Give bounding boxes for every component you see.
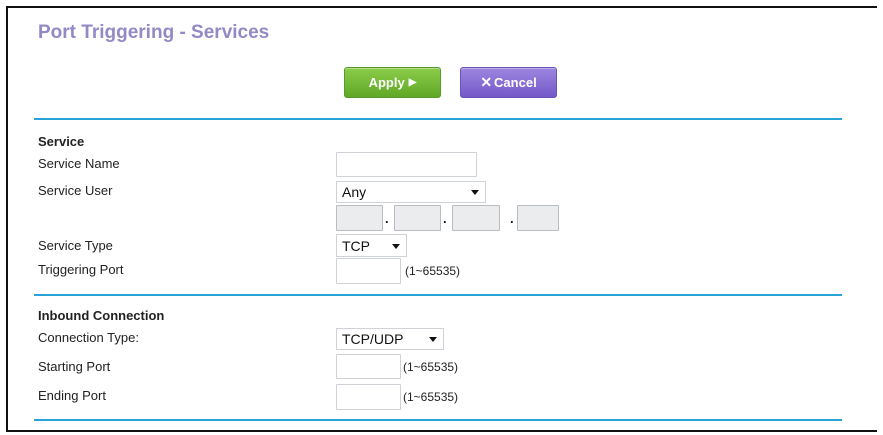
section-divider-middle [34,294,842,296]
cancel-button-label: Cancel [494,75,537,90]
service-heading: Service [38,134,85,149]
ip-separator: . [385,211,389,226]
ip-octet-3[interactable] [452,205,500,231]
triggering-port-range: (1~65535) [405,264,461,278]
chevron-down-icon [429,337,437,342]
ip-octet-1[interactable] [336,205,383,231]
service-type-value: TCP [342,237,370,254]
triggering-port-label: Triggering Port [38,262,124,277]
inbound-connection-heading: Inbound Connection [38,308,165,323]
connection-type-label: Connection Type: [38,330,139,345]
section-divider-bottom [34,419,842,421]
apply-button-label: Apply [368,75,405,90]
chevron-down-icon [392,243,400,249]
page-title: Port Triggering - Services [38,22,270,43]
ending-port-range: (1~65535) [403,390,459,404]
service-user-select[interactable]: Any [336,181,486,203]
service-user-value: Any [342,184,367,200]
cancel-button[interactable]: ✕ Cancel [460,67,557,98]
starting-port-input[interactable] [336,354,401,379]
x-icon: ✕ [480,74,493,90]
connection-type-value: TCP/UDP [342,331,404,347]
play-arrow-icon: ▶ [408,77,417,88]
service-type-label: Service Type [38,238,113,253]
service-name-label: Service Name [38,156,120,171]
ending-port-input[interactable] [336,384,401,410]
service-user-label: Service User [38,183,113,198]
ip-separator: . [510,211,514,226]
connection-type-select[interactable]: TCP/UDP [336,328,444,350]
service-type-select[interactable]: TCP [336,234,407,257]
chevron-down-icon [471,190,479,195]
ip-octet-2[interactable] [394,205,441,231]
triggering-port-input[interactable] [336,258,401,284]
starting-port-label: Starting Port [38,359,111,374]
starting-port-range: (1~65535) [403,360,459,374]
service-name-input[interactable] [336,152,477,177]
ending-port-label: Ending Port [38,388,106,403]
apply-button[interactable]: Apply ▶ [344,67,441,98]
ip-separator: . [443,211,447,226]
ip-octet-4[interactable] [517,205,559,231]
section-divider-top [34,118,842,120]
